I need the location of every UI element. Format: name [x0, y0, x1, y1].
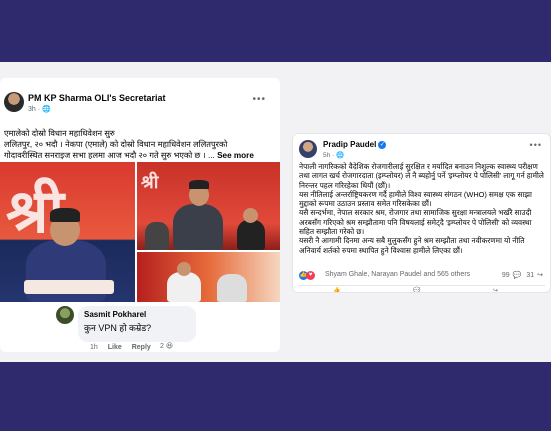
commenter-name[interactable]: Sasmit Pokharel [84, 310, 146, 319]
post-paragraph: यसै सन्दर्भमा, नेपाल सरकार श्रम, रोजगार … [299, 208, 532, 237]
share-icon[interactable]: ↪ [537, 272, 543, 279]
author-avatar[interactable] [4, 92, 24, 112]
post-text-line: ललितपुर, २० भदौ । नेकपा (एमाले) को दोस्र… [4, 140, 228, 149]
post-text-line: एमालेको दोस्रो विधान महाधिवेशन सुरु [4, 129, 115, 138]
see-more-link[interactable]: See more [217, 151, 254, 160]
right-post-text: नेपाली नागरिकको वैदेशिक रोजगारीलाई सुरक्… [299, 162, 547, 255]
post-action-bar-partial: 👍 💬 ↪ [333, 287, 513, 292]
post-photo[interactable]: श्री [137, 162, 280, 250]
haha-icon: 😆 [165, 343, 174, 350]
share-count[interactable]: 31 [526, 272, 534, 279]
comment-time[interactable]: 1h [90, 344, 98, 351]
love-icon[interactable]: ♥ [306, 271, 315, 280]
crowd-head [177, 262, 191, 276]
engagement-counts: 99 💬 31 ↪ [499, 271, 543, 279]
backdrop-letter-graphic: श्री [141, 172, 159, 193]
crowd-figure [167, 272, 201, 302]
post-time[interactable]: 3h · 🌐 [28, 105, 51, 113]
post-photo[interactable] [137, 252, 280, 302]
comment-like-button[interactable]: Like [108, 344, 122, 351]
author-name[interactable]: PM KP Sharma OLI's Secretariat [28, 93, 166, 103]
dhaka-topi-graphic [189, 180, 209, 189]
comment-button-icon[interactable]: 💬 [413, 287, 420, 292]
waving-figure [173, 204, 223, 250]
like-button-icon[interactable]: 👍 [333, 287, 340, 292]
author-avatar[interactable] [299, 140, 317, 158]
globe-icon: 🌐 [336, 152, 345, 159]
attendee-head [243, 208, 258, 223]
more-options-icon[interactable]: ••• [530, 140, 542, 150]
left-post-text: एमालेको दोस्रो विधान महाधिवेशन सुरु ललित… [4, 128, 278, 161]
reaction-names[interactable]: Shyam Ghale, Narayan Paudel and 565 othe… [325, 271, 470, 278]
photo-grid: श्री श्री [0, 162, 280, 302]
post-time[interactable]: 5h · 🌐 [323, 151, 344, 159]
right-post-card: Pradip Paudel ✓ 5h · 🌐 ••• नेपाली नागरिकक… [292, 133, 551, 293]
flower-garland-graphic [24, 280, 114, 294]
author-name[interactable]: Pradip Paudel ✓ [323, 140, 387, 149]
attendee-figure [237, 220, 265, 250]
more-options-icon[interactable]: ••• [252, 94, 266, 105]
comment-reaction-badge[interactable]: 2 😆 [158, 342, 176, 350]
commenter-avatar[interactable] [56, 306, 74, 324]
comment-count[interactable]: 99 [502, 272, 510, 279]
post-photo[interactable]: श्री [0, 162, 135, 302]
left-post-card: PM KP Sharma OLI's Secretariat 3h · 🌐 ••… [0, 78, 280, 352]
reactions-bar: 👍♥ Shyam Ghale, Narayan Paudel and 565 o… [299, 271, 545, 283]
globe-icon: 🌐 [42, 106, 51, 113]
comment-reply-button[interactable]: Reply [132, 344, 151, 351]
post-paragraph: नेपाली नागरिकको वैदेशिक रोजगारीलाई सुरक्… [299, 162, 544, 190]
verified-badge-icon: ✓ [378, 140, 387, 149]
comment: Sasmit Pokharel कुन VPN हो कम्रेड? 1h Li… [56, 306, 280, 352]
attendee-figure [145, 222, 169, 250]
post-paragraph: यसरी नै आगामी दिनमा अन्य सबै मुलुकसँग हु… [299, 236, 525, 255]
share-button-icon[interactable]: ↪ [493, 287, 498, 292]
dhaka-topi-graphic [50, 208, 80, 222]
comment-bubble: Sasmit Pokharel कुन VPN हो कम्रेड? [78, 306, 196, 342]
crowd-figure [217, 274, 247, 302]
left-post-header: PM KP Sharma OLI's Secretariat 3h · 🌐 ••… [4, 92, 280, 120]
comment-text: कुन VPN हो कम्रेड? [84, 323, 152, 333]
comment-icon[interactable]: 💬 [513, 272, 522, 279]
post-text-line: गोदावरीस्थित सनराइज सभा हलमा आज भदौ २० ग… [4, 151, 254, 160]
comment-actions: 1h Like Reply [90, 344, 159, 351]
divider [299, 285, 545, 286]
post-paragraph: यस नीतिलाई अन्तर्राष्ट्रियकरण गर्दै हामी… [299, 189, 532, 209]
